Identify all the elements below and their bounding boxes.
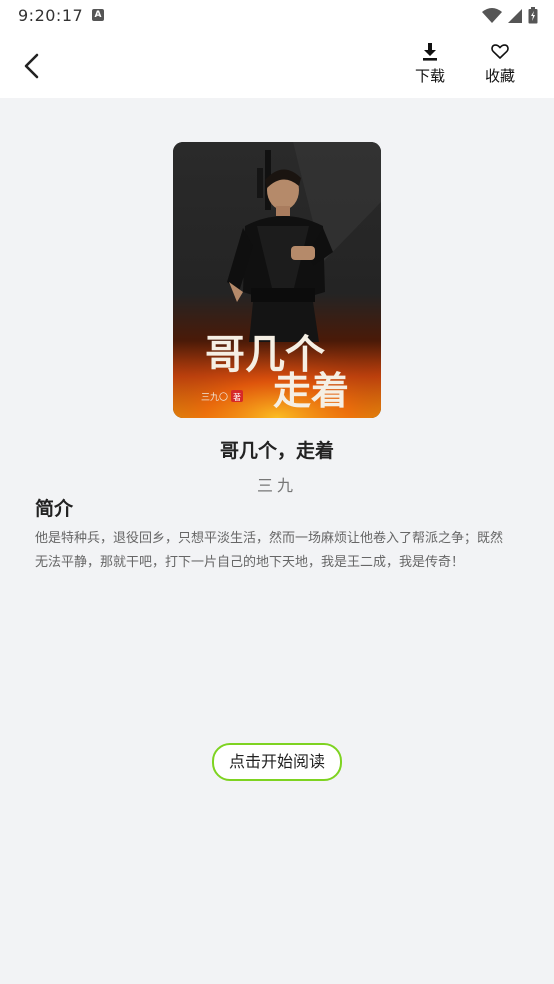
cover-art: 哥几个 走着 三九〇 著 xyxy=(173,142,381,418)
download-button[interactable]: 下载 xyxy=(411,42,449,86)
back-button[interactable] xyxy=(14,48,50,84)
book-author: 三九 xyxy=(256,476,297,495)
cover-author: 三九〇 xyxy=(201,392,228,403)
book-title: 哥几个，走着 xyxy=(219,440,334,462)
notification-a-icon: A xyxy=(92,9,104,21)
cover-title-line2: 走着 xyxy=(273,368,349,413)
download-label: 下载 xyxy=(414,67,445,85)
book-cover: 哥几个 走着 三九〇 著 xyxy=(173,142,381,418)
intro-heading: 简介 xyxy=(35,498,74,520)
favorite-label: 收藏 xyxy=(484,67,515,85)
download-icon xyxy=(423,43,437,61)
signal-icon xyxy=(508,8,522,23)
status-bar: 9:20:17 A xyxy=(0,0,554,32)
heart-icon xyxy=(491,44,509,59)
top-app-bar: 下载 收藏 xyxy=(0,32,554,98)
battery-icon xyxy=(528,7,538,24)
chevron-left-icon xyxy=(24,53,39,79)
wifi-icon xyxy=(482,7,502,23)
status-time: 9:20:17 xyxy=(18,6,84,25)
favorite-button[interactable]: 收藏 xyxy=(481,42,519,86)
intro-text: 他是特种兵，退役回乡，只想平淡生活，然而一场麻烦让他卷入了帮派之争；既然无法平静… xyxy=(35,531,504,570)
start-reading-button[interactable]: 点击开始阅读 xyxy=(212,743,342,781)
status-icons xyxy=(482,7,538,24)
cover-author-badge: 著 xyxy=(233,392,241,402)
